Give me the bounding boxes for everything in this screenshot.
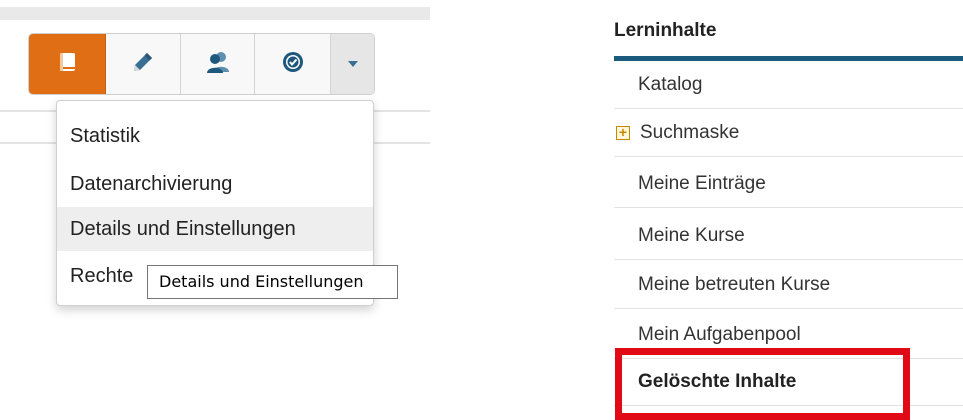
book-icon [55, 50, 79, 79]
menu-item-statistik[interactable]: Statistik [57, 114, 373, 158]
divider-line [0, 142, 56, 144]
tooltip: Details und Einstellungen [147, 265, 398, 299]
sidebar-title: Lerninhalte [614, 20, 717, 41]
pencil-icon [131, 50, 155, 79]
more-options-button[interactable] [331, 34, 374, 94]
sidebar-item-label: Gelöschte Inhalte [638, 371, 797, 392]
sidebar-item-label: Meine betreuten Kurse [638, 274, 831, 295]
divider-line [374, 110, 430, 112]
page-header-strip [0, 7, 430, 20]
users-icon [205, 50, 231, 79]
divider-line [374, 142, 430, 144]
menu-item-details-und-einstellungen[interactable]: Details und Einstellungen [57, 207, 373, 251]
sidebar-item-label: Mein Aufgabenpool [638, 324, 801, 345]
sidebar-item-meine-eintraege[interactable]: Meine Einträge [614, 160, 963, 208]
caret-down-icon [347, 55, 359, 73]
sidebar-item-label: Katalog [638, 74, 703, 95]
sidebar-item-meine-kurse[interactable]: Meine Kurse [614, 212, 963, 260]
certificates-button[interactable] [255, 34, 331, 94]
resource-toolbar [28, 33, 375, 95]
sidebar-item-katalog[interactable]: Katalog [614, 61, 963, 109]
sidebar-item-mein-aufgabenpool[interactable]: Mein Aufgabenpool [614, 311, 963, 359]
sidebar-item-geloeschte-inhalte[interactable]: Gelöschte Inhalte [614, 358, 963, 406]
sidebar-item-label: Suchmaske [640, 122, 740, 143]
sidebar-item-label: Meine Einträge [638, 173, 766, 194]
members-button[interactable] [181, 34, 255, 94]
sidebar-item-label: Meine Kurse [638, 225, 745, 246]
edit-button[interactable] [106, 34, 181, 94]
menu-item-datenarchivierung[interactable]: Datenarchivierung [57, 162, 373, 206]
overview-button[interactable] [29, 34, 106, 94]
divider-line [0, 110, 56, 112]
sidebar-item-suchmaske[interactable]: + Suchmaske [614, 109, 963, 157]
badge-check-icon [281, 50, 305, 79]
sidebar-item-meine-betreuten-kurse[interactable]: Meine betreuten Kurse [614, 261, 963, 309]
expand-plus-icon[interactable]: + [616, 125, 630, 140]
